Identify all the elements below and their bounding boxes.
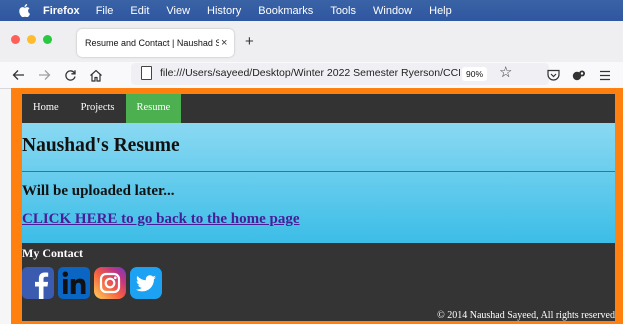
home-icon bbox=[90, 69, 102, 82]
zoom-window-button[interactable] bbox=[43, 35, 52, 44]
back-to-home-link[interactable]: CLICK HERE to go back to the home page bbox=[22, 211, 300, 228]
twitter-icon[interactable] bbox=[130, 267, 162, 299]
apple-icon[interactable] bbox=[17, 4, 31, 18]
page-title: Naushad's Resume bbox=[22, 135, 180, 156]
forward-button[interactable] bbox=[35, 66, 53, 84]
page-viewport: Home Projects Resume Naushad's Resume Wi… bbox=[11, 88, 623, 324]
address-bar[interactable]: file:///Users/sayeed/Desktop/Winter 2022… bbox=[131, 63, 549, 85]
hamburger-menu-icon bbox=[600, 70, 610, 80]
menu-file[interactable]: File bbox=[96, 5, 114, 17]
extensions-button[interactable] bbox=[570, 66, 588, 84]
tab-title: Resume and Contact | Naushad Saye bbox=[85, 38, 219, 48]
resume-status-text: Will be uploaded later... bbox=[22, 183, 175, 199]
menu-help[interactable]: Help bbox=[429, 5, 452, 17]
menu-bookmarks[interactable]: Bookmarks bbox=[258, 5, 313, 17]
site-nav: Home Projects Resume bbox=[22, 94, 615, 123]
social-links bbox=[22, 267, 166, 299]
footer-copyright: © 2014 Naushad Sayeed, All rights reserv… bbox=[437, 310, 615, 321]
linkedin-icon[interactable] bbox=[58, 267, 90, 299]
facebook-icon[interactable] bbox=[22, 267, 54, 299]
tab-close-icon[interactable]: × bbox=[221, 37, 227, 49]
macos-menu-bar: Firefox File Edit View History Bookmarks… bbox=[0, 0, 623, 21]
page-icon bbox=[141, 66, 152, 80]
app-menu-button[interactable] bbox=[596, 66, 614, 84]
site-container: Home Projects Resume Naushad's Resume Wi… bbox=[22, 94, 615, 321]
menu-view[interactable]: View bbox=[166, 5, 190, 17]
new-tab-button[interactable]: + bbox=[245, 33, 254, 50]
tab-resume-and-contact[interactable]: Resume and Contact | Naushad Saye × bbox=[77, 29, 234, 57]
pocket-icon bbox=[546, 69, 560, 81]
minimize-window-button[interactable] bbox=[27, 35, 36, 44]
home-button[interactable] bbox=[87, 66, 105, 84]
tab-strip: Resume and Contact | Naushad Saye × + bbox=[0, 21, 623, 62]
nav-projects-link[interactable]: Projects bbox=[70, 94, 126, 123]
divider bbox=[22, 171, 615, 172]
bookmark-star-icon[interactable]: ☆ bbox=[499, 63, 512, 81]
extension-puzzle-icon bbox=[572, 70, 585, 80]
close-window-button[interactable] bbox=[11, 35, 20, 44]
reload-icon bbox=[64, 69, 76, 81]
resume-section: Naushad's Resume Will be uploaded later.… bbox=[22, 123, 615, 243]
instagram-icon[interactable] bbox=[94, 267, 126, 299]
zoom-level-badge[interactable]: 90% bbox=[462, 67, 488, 81]
browser-window: Firefox File Edit View History Bookmarks… bbox=[0, 0, 623, 324]
menu-window[interactable]: Window bbox=[373, 5, 412, 17]
pocket-button[interactable] bbox=[544, 66, 562, 84]
window-controls bbox=[11, 35, 59, 44]
menu-tools[interactable]: Tools bbox=[330, 5, 356, 17]
back-button[interactable] bbox=[9, 66, 27, 84]
nav-resume-link[interactable]: Resume bbox=[125, 94, 182, 123]
forward-arrow-icon bbox=[38, 70, 50, 80]
menu-edit[interactable]: Edit bbox=[130, 5, 149, 17]
nav-home-link[interactable]: Home bbox=[22, 94, 70, 123]
back-arrow-icon bbox=[12, 70, 24, 80]
menu-firefox[interactable]: Firefox bbox=[43, 5, 80, 17]
reload-button[interactable] bbox=[61, 66, 79, 84]
contact-heading: My Contact bbox=[22, 246, 83, 260]
menu-history[interactable]: History bbox=[207, 5, 241, 17]
navigation-toolbar: file:///Users/sayeed/Desktop/Winter 2022… bbox=[0, 62, 623, 89]
url-text[interactable]: file:///Users/sayeed/Desktop/Winter 2022… bbox=[160, 67, 460, 79]
